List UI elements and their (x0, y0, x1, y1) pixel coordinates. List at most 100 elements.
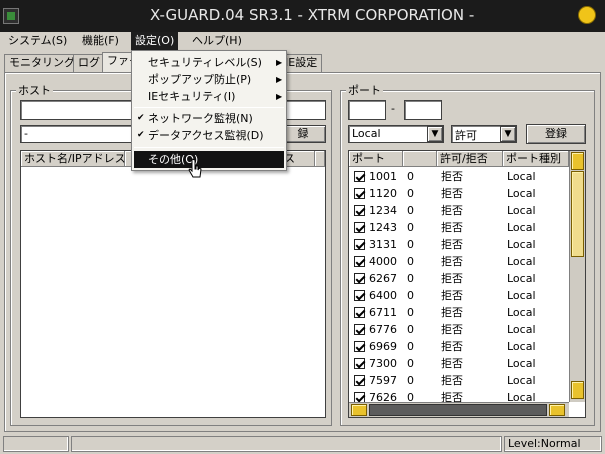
port-status: 拒否 (441, 170, 463, 183)
menu-other[interactable]: その他(O) (134, 151, 284, 168)
port-kind: Local (507, 272, 536, 285)
port-col2-value: 0 (407, 204, 414, 217)
menu-network-monitor[interactable]: ✔ ネットワーク監視(N) (132, 110, 286, 127)
status-pane-2 (71, 436, 502, 452)
menu-function[interactable]: 機能(F) (78, 32, 123, 50)
scroll-right-button[interactable] (549, 404, 565, 416)
permit-select[interactable]: 許可 ▼ (451, 125, 517, 143)
table-row[interactable]: 3131 0 拒否 Local (349, 236, 569, 253)
port-col-type[interactable]: ポート種別 (503, 151, 569, 167)
port-number: 1120 (369, 187, 397, 200)
table-row[interactable]: 1234 0 拒否 Local (349, 202, 569, 219)
menu-data-access-monitor-label: データアクセス監視(D) (148, 129, 264, 142)
status-bar: Level:Normal (0, 433, 605, 454)
port-col-blank[interactable] (403, 151, 437, 167)
scroll-up-button[interactable] (571, 152, 584, 170)
port-type-select[interactable]: Local ▼ (348, 125, 444, 143)
table-row[interactable]: 6267 0 拒否 Local (349, 270, 569, 287)
port-register-button[interactable]: 登録 (526, 124, 586, 144)
menu-help[interactable]: ヘルプ(H) (188, 32, 246, 50)
port-kind: Local (507, 323, 536, 336)
port-status: 拒否 (441, 272, 463, 285)
table-row[interactable]: 6776 0 拒否 Local (349, 321, 569, 338)
port-col-port[interactable]: ポート (349, 151, 403, 167)
row-checkbox[interactable] (354, 188, 365, 199)
port-kind: Local (507, 221, 536, 234)
port-col2-value: 0 (407, 306, 414, 319)
row-checkbox[interactable] (354, 341, 365, 352)
submenu-arrow-icon: ▶ (276, 75, 283, 84)
h-scroll-thumb[interactable] (369, 404, 547, 416)
port-col2-value: 0 (407, 187, 414, 200)
port-col2-value: 0 (407, 238, 414, 251)
row-checkbox[interactable] (354, 205, 365, 216)
minimize-button[interactable] (578, 6, 596, 24)
port-number: 6267 (369, 272, 397, 285)
table-row[interactable]: 4000 0 拒否 Local (349, 253, 569, 270)
menu-network-monitor-label: ネットワーク監視(N) (148, 112, 253, 125)
menu-ie-security-label: IEセキュリティ(I) (148, 90, 236, 103)
tab-monitoring[interactable]: モニタリング (4, 54, 80, 72)
port-kind: Local (507, 170, 536, 183)
permit-select-value: 許可 (455, 129, 477, 142)
menu-ie-security[interactable]: IEセキュリティ(I) ▶ (132, 88, 286, 105)
host-col-name[interactable]: ホスト名/IPアドレス (21, 151, 126, 167)
menu-security-level[interactable]: セキュリティレベル(S) ▶ (132, 54, 286, 71)
scroll-left-button[interactable] (351, 404, 367, 416)
menu-security-level-label: セキュリティレベル(S) (148, 56, 262, 69)
host-col-end[interactable] (315, 151, 325, 167)
row-checkbox[interactable] (354, 222, 365, 233)
app-icon[interactable] (3, 8, 19, 24)
port-col-permit[interactable]: 許可/拒否 (437, 151, 503, 167)
menu-settings[interactable]: 設定(O) (131, 32, 179, 50)
row-checkbox[interactable] (354, 290, 365, 301)
submenu-arrow-icon: ▶ (276, 92, 283, 101)
row-checkbox[interactable] (354, 375, 365, 386)
chevron-down-icon[interactable]: ▼ (500, 126, 516, 142)
menu-separator (134, 147, 284, 148)
port-col2-value: 0 (407, 340, 414, 353)
chevron-down-icon[interactable]: ▼ (427, 126, 443, 142)
row-checkbox[interactable] (354, 307, 365, 318)
port-status: 拒否 (441, 306, 463, 319)
port-group-label: ポート (346, 82, 383, 98)
check-icon: ✔ (137, 130, 145, 140)
table-row[interactable]: 1120 0 拒否 Local (349, 185, 569, 202)
tab-log[interactable]: ログ (73, 54, 105, 72)
row-checkbox[interactable] (354, 324, 365, 335)
row-checkbox[interactable] (354, 273, 365, 284)
vertical-scrollbar[interactable] (569, 151, 585, 402)
port-status: 拒否 (441, 374, 463, 387)
table-row[interactable]: 7597 0 拒否 Local (349, 372, 569, 389)
menu-bar: システム(S) 機能(F) 設定(O) ヘルプ(H) (0, 32, 605, 50)
scroll-thumb[interactable] (571, 171, 584, 257)
table-row[interactable]: 6969 0 拒否 Local (349, 338, 569, 355)
table-row[interactable]: 6400 0 拒否 Local (349, 287, 569, 304)
host-group-label: ホスト (16, 82, 53, 98)
menu-separator (134, 107, 284, 108)
port-from-input[interactable] (348, 100, 386, 120)
port-number: 6776 (369, 323, 397, 336)
port-col2-value: 0 (407, 272, 414, 285)
table-row[interactable]: 6711 0 拒否 Local (349, 304, 569, 321)
row-checkbox[interactable] (354, 256, 365, 267)
title-bar: X-GUARD.04 SR3.1 - XTRM CORPORATION - (0, 0, 605, 32)
menu-data-access-monitor[interactable]: ✔ データアクセス監視(D) (132, 127, 286, 144)
port-kind: Local (507, 204, 536, 217)
row-checkbox[interactable] (354, 358, 365, 369)
table-row[interactable]: 1001 0 拒否 Local (349, 168, 569, 185)
port-kind: Local (507, 357, 536, 370)
port-list: ポート 許可/拒否 ポート種別 1001 0 拒否 Local 1120 0 拒… (348, 150, 586, 418)
settings-dropdown: セキュリティレベル(S) ▶ ポップアップ防止(P) ▶ IEセキュリティ(I)… (131, 50, 287, 171)
table-row[interactable]: 7300 0 拒否 Local (349, 355, 569, 372)
row-checkbox[interactable] (354, 239, 365, 250)
horizontal-scrollbar[interactable] (349, 402, 569, 417)
port-number: 7597 (369, 374, 397, 387)
scroll-down-button[interactable] (571, 381, 584, 399)
menu-popup-block[interactable]: ポップアップ防止(P) ▶ (132, 71, 286, 88)
menu-system[interactable]: システム(S) (4, 32, 71, 50)
port-to-input[interactable] (404, 100, 442, 120)
table-row[interactable]: 1243 0 拒否 Local (349, 219, 569, 236)
row-checkbox[interactable] (354, 171, 365, 182)
port-number: 6400 (369, 289, 397, 302)
